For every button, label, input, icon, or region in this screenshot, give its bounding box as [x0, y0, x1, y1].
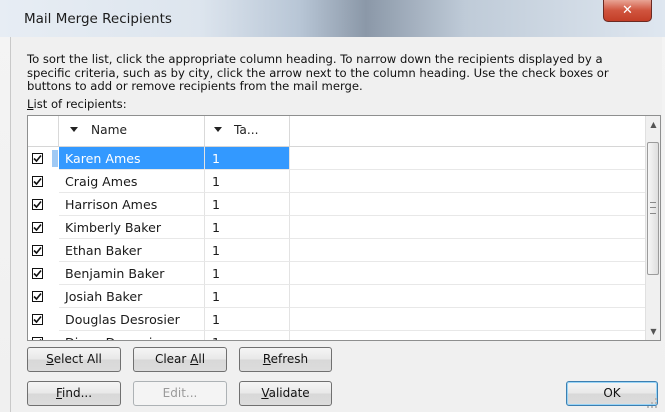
list-of-recipients-label: List of recipients: — [27, 97, 127, 111]
instructions-line: buttons to add or remove recipients from… — [27, 79, 363, 94]
close-button[interactable]: ✕ — [603, 0, 652, 22]
recipient-ta-cell[interactable]: 1 — [205, 216, 290, 239]
checkmark-icon — [33, 315, 42, 324]
empty-cell — [290, 193, 645, 216]
recipient-name-cell[interactable]: Harrison Ames — [59, 193, 205, 216]
header-checkbox-column[interactable] — [28, 116, 59, 146]
recipient-name-cell[interactable]: Kimberly Baker — [59, 216, 205, 239]
table-row[interactable]: Diane Desrosier1 — [28, 331, 645, 340]
table-row[interactable]: Douglas Desrosier 1 — [28, 308, 645, 331]
include-checkbox[interactable] — [32, 176, 43, 187]
validate-button[interactable]: Validate — [239, 381, 332, 406]
recipient-ta-cell[interactable]: 1 — [205, 331, 290, 340]
dropdown-arrow-icon[interactable] — [70, 127, 78, 132]
label-text: ist of recipients: — [33, 97, 127, 111]
table-row[interactable]: Josiah Baker 1 — [28, 285, 645, 308]
recipient-ta-cell[interactable]: 1 — [205, 285, 290, 308]
ok-button[interactable]: OK — [566, 381, 658, 406]
include-checkbox[interactable] — [32, 314, 43, 325]
table-row[interactable]: Harrison Ames 1 — [28, 193, 645, 216]
scroll-up-arrow-icon[interactable]: ▲ — [646, 116, 660, 133]
include-checkbox[interactable] — [32, 268, 43, 279]
title-bar: Mail Merge Recipients ✕ — [0, 0, 665, 37]
recipient-name-cell[interactable]: Benjamin Baker — [59, 262, 205, 285]
instructions-line: To sort the list, click the appropriate … — [27, 52, 603, 66]
column-header-ta[interactable]: Ta... — [205, 116, 290, 146]
dropdown-arrow-icon[interactable] — [214, 127, 222, 132]
select-all-button[interactable]: Select All — [27, 347, 121, 372]
recipient-ta-cell[interactable]: 1 — [205, 170, 290, 193]
include-checkbox[interactable] — [32, 291, 43, 302]
checkmark-icon — [33, 292, 42, 301]
recipient-ta-cell[interactable]: 1 — [205, 193, 290, 216]
find-button[interactable]: Find... — [27, 381, 121, 406]
include-checkbox[interactable] — [32, 153, 43, 164]
column-header-name-label: Name — [91, 123, 127, 137]
clear-all-button[interactable]: Clear All — [133, 347, 227, 372]
grid-header: Name Ta... — [28, 116, 645, 147]
empty-cell — [290, 170, 645, 193]
recipient-ta-cell[interactable]: 1 — [205, 262, 290, 285]
instructions-line: specific criteria, such as by city, clic… — [27, 65, 609, 80]
instructions-text: To sort the list, click the appropriate … — [27, 52, 647, 94]
empty-cell — [290, 147, 645, 170]
recipient-name-cell[interactable]: Karen Ames — [59, 147, 205, 170]
include-checkbox[interactable] — [32, 222, 43, 233]
column-header-name[interactable]: Name — [59, 116, 205, 146]
table-row[interactable]: Ethan Baker 1 — [28, 239, 645, 262]
vertical-scrollbar[interactable]: ▲ ▼ — [645, 116, 660, 340]
table-row[interactable]: Kimberly Baker 1 — [28, 216, 645, 239]
empty-cell — [290, 285, 645, 308]
scroll-down-arrow-icon[interactable]: ▼ — [646, 323, 660, 340]
table-row[interactable]: Karen Ames 1 — [28, 147, 645, 170]
checkmark-icon — [33, 246, 42, 255]
recipient-name-cell[interactable]: Josiah Baker — [59, 285, 205, 308]
column-header-ta-label: Ta... — [234, 123, 259, 137]
empty-cell — [290, 216, 645, 239]
empty-cell — [290, 262, 645, 285]
checkmark-icon — [39, 338, 42, 340]
recipient-name-cell[interactable]: Douglas Desrosier — [59, 308, 205, 331]
recipient-ta-cell[interactable]: 1 — [205, 308, 290, 331]
include-checkbox[interactable] — [32, 199, 43, 210]
include-checkbox[interactable] — [32, 245, 43, 256]
header-empty-area — [290, 116, 645, 146]
focus-marker — [52, 150, 58, 167]
table-row[interactable]: Benjamin Baker 1 — [28, 262, 645, 285]
checkmark-icon — [33, 154, 42, 163]
resize-grip-icon[interactable] — [646, 397, 658, 409]
empty-cell — [290, 308, 645, 331]
grip-icon — [650, 202, 656, 214]
checkmark-icon — [33, 177, 42, 186]
empty-cell — [290, 239, 645, 262]
window-title: Mail Merge Recipients — [24, 11, 172, 27]
include-checkbox[interactable] — [32, 337, 43, 340]
recipients-grid[interactable]: Name Ta... Karen Ames 1 Craig Ames 1 Harriso… — [27, 115, 661, 341]
close-icon: ✕ — [622, 3, 633, 18]
checkmark-icon — [33, 200, 42, 209]
edit-button[interactable]: Edit... — [133, 381, 227, 406]
scrollbar-thumb[interactable] — [647, 142, 659, 275]
checkmark-icon — [33, 269, 42, 278]
recipient-ta-cell[interactable]: 1 — [205, 239, 290, 262]
empty-cell — [290, 331, 645, 340]
checkmark-icon — [33, 223, 42, 232]
recipient-ta-cell[interactable]: 1 — [205, 147, 290, 170]
refresh-button[interactable]: Refresh — [239, 347, 332, 372]
mail-merge-recipients-dialog: Mail Merge Recipients ✕ To sort the list… — [0, 0, 665, 412]
recipient-name-cell[interactable]: Craig Ames — [59, 170, 205, 193]
recipient-name-cell[interactable]: Ethan Baker — [59, 239, 205, 262]
recipient-name-cell[interactable]: Diane Desrosier — [59, 331, 205, 340]
table-row[interactable]: Craig Ames 1 — [28, 170, 645, 193]
